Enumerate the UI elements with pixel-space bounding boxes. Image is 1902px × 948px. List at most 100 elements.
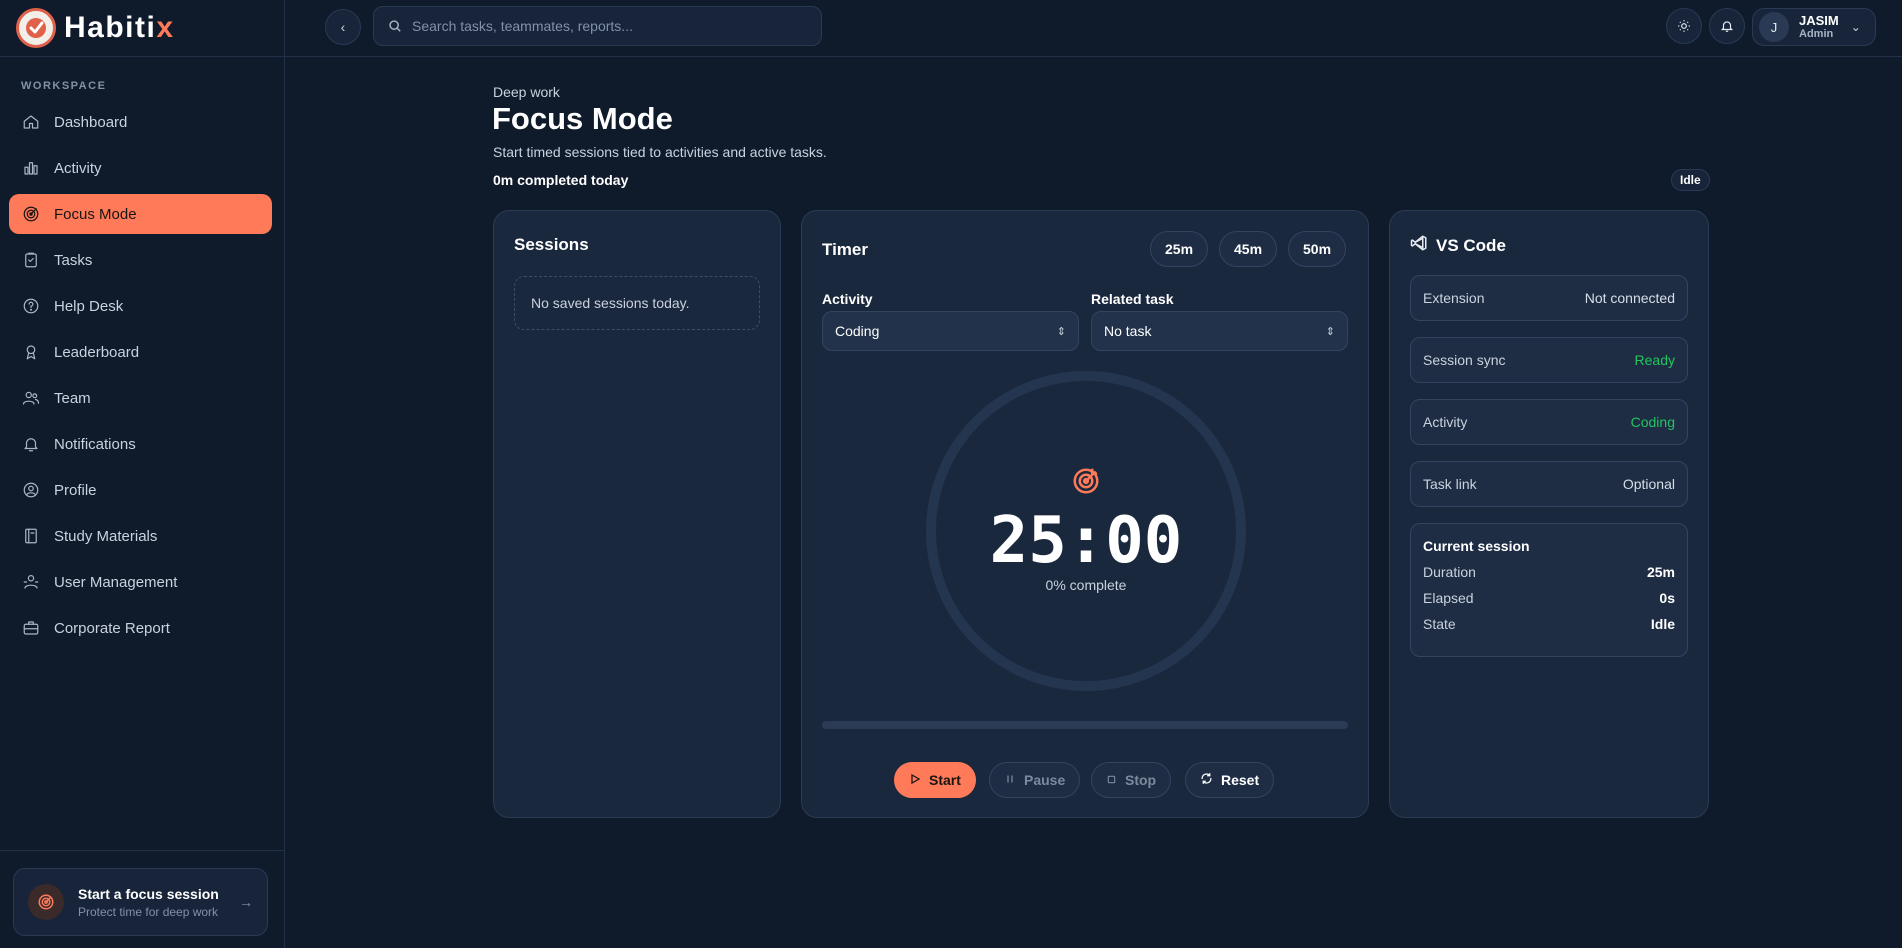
award-icon: [26, 345, 36, 360]
sidebar-item-profile[interactable]: Profile: [9, 470, 272, 510]
bar-chart-icon: [24, 162, 38, 175]
briefcase-icon: [23, 621, 39, 635]
sidebar-item-focus-mode[interactable]: Focus Mode: [9, 194, 272, 234]
pause-button[interactable]: Pause: [989, 762, 1081, 798]
duration-value: 25m: [1646, 564, 1675, 580]
duration-label: Duration: [1423, 564, 1476, 580]
chevron-updown-icon: ⇕: [1325, 325, 1335, 338]
clipboard-icon: [25, 252, 37, 268]
page-subtitle: Start timed sessions tied to activities …: [493, 144, 827, 160]
timer-progress-bar: [822, 721, 1348, 729]
preset-25m-button[interactable]: 25m: [1150, 231, 1209, 267]
page-eyebrow: Deep work: [493, 84, 560, 100]
sidebar-item-study-materials[interactable]: Study Materials: [9, 516, 272, 556]
bell-icon: [24, 438, 38, 452]
elapsed-label: Elapsed: [1423, 590, 1474, 606]
arrow-right-icon: →: [239, 894, 253, 910]
avatar: J: [1759, 12, 1789, 42]
stat-key: Activity: [1423, 414, 1468, 430]
sun-icon: [1678, 20, 1690, 32]
chevron-updown-icon: ⇕: [1056, 325, 1066, 338]
promo-title: Start a focus session: [78, 885, 219, 902]
stop-label: Stop: [1125, 772, 1157, 788]
stat-key: Session sync: [1423, 352, 1506, 368]
chevron-down-icon: ⌄: [1850, 20, 1861, 34]
sidebar-item-dashboard[interactable]: Dashboard: [9, 102, 272, 142]
elapsed-value: 0s: [1659, 590, 1675, 606]
sidebar-item-label: Study Materials: [54, 527, 158, 545]
sessions-title: Sessions: [514, 235, 589, 254]
search-bar[interactable]: [373, 6, 822, 46]
user-menu[interactable]: J JASIM Admin ⌄: [1752, 8, 1876, 46]
start-label: Start: [929, 772, 961, 788]
brand[interactable]: Habitix: [0, 0, 284, 57]
theme-toggle-button[interactable]: [1666, 8, 1702, 44]
target-icon: [1071, 466, 1101, 501]
sidebar-item-label: Help Desk: [54, 297, 124, 315]
brand-name: Habitix: [64, 11, 175, 44]
home-icon: [23, 115, 39, 129]
sidebar-item-label: Tasks: [54, 251, 93, 269]
preset-50m-button[interactable]: 50m: [1288, 231, 1347, 267]
users-icon: [22, 391, 40, 405]
stat-value: Ready: [1634, 352, 1675, 368]
pause-icon: [1004, 772, 1016, 788]
sessions-empty-state: No saved sessions today.: [514, 276, 760, 330]
target-icon: [23, 206, 39, 222]
sidebar-item-label: Notifications: [54, 435, 136, 453]
sidebar-item-team[interactable]: Team: [9, 378, 272, 418]
timer-title: Timer: [822, 240, 868, 259]
book-icon: [25, 528, 37, 544]
sidebar-item-label: Corporate Report: [54, 619, 170, 637]
state-value: Idle: [1650, 616, 1675, 632]
refresh-icon: [1200, 772, 1213, 788]
sidebar-item-user-management[interactable]: User Management: [9, 562, 272, 602]
stop-button[interactable]: Stop: [1091, 762, 1172, 798]
target-icon: [28, 884, 64, 920]
activity-select-value: Coding: [835, 323, 880, 339]
reset-label: Reset: [1221, 772, 1260, 788]
current-session-panel: Current session Duration 25m Elapsed 0s …: [1410, 523, 1688, 657]
sidebar-nav: Dashboard Activity Focus Mode Tasks Help…: [9, 102, 272, 654]
preset-45m-button[interactable]: 45m: [1219, 231, 1278, 267]
activity-select[interactable]: Coding ⇕: [822, 311, 1079, 351]
sidebar-item-label: Profile: [54, 481, 97, 499]
sidebar-item-notifications[interactable]: Notifications: [9, 424, 272, 464]
current-session-title: Current session: [1423, 538, 1530, 554]
reset-button[interactable]: Reset: [1185, 762, 1275, 798]
related-task-label: Related task: [1091, 291, 1174, 307]
user-circle-icon: [23, 482, 39, 498]
search-input[interactable]: [412, 18, 792, 34]
extension-row: Extension Not connected: [1410, 275, 1688, 321]
related-task-select[interactable]: No task ⇕: [1091, 311, 1348, 351]
start-focus-session-card[interactable]: Start a focus session Protect time for d…: [13, 868, 268, 936]
vscode-title: VS Code: [1436, 235, 1506, 255]
vscode-icon: [1410, 234, 1428, 257]
search-icon: [389, 20, 401, 32]
activity-label: Activity: [822, 291, 873, 307]
sidebar-item-activity[interactable]: Activity: [9, 148, 272, 188]
sidebar-item-label: Team: [54, 389, 91, 407]
vscode-card: VS Code Extension Not connected Session …: [1389, 210, 1709, 818]
related-task-select-value: No task: [1104, 323, 1152, 339]
session-sync-row: Session sync Ready: [1410, 337, 1688, 383]
task-link-row: Task link Optional: [1410, 461, 1688, 507]
stop-icon: [1106, 772, 1117, 788]
collapse-sidebar-button[interactable]: ‹: [325, 9, 361, 45]
brand-logo-icon: [16, 8, 56, 48]
sidebar-item-leaderboard[interactable]: Leaderboard: [9, 332, 272, 372]
state-label: State: [1423, 616, 1456, 632]
notifications-button[interactable]: [1709, 8, 1745, 44]
sidebar-item-label: Dashboard: [54, 113, 128, 131]
page-title: Focus Mode: [492, 101, 673, 136]
sidebar-item-corporate-report[interactable]: Corporate Report: [9, 608, 272, 648]
activity-row: Activity Coding: [1410, 399, 1688, 445]
timer-readout: 25:00: [989, 504, 1183, 578]
sidebar-item-tasks[interactable]: Tasks: [9, 240, 272, 280]
chevron-left-icon: ‹: [340, 19, 346, 35]
stat-key: Task link: [1423, 476, 1477, 492]
user-cog-icon: [23, 575, 39, 589]
sidebar-item-help-desk[interactable]: Help Desk: [9, 286, 272, 326]
start-button[interactable]: Start: [894, 762, 976, 798]
promo-section: Start a focus session Protect time for d…: [0, 850, 285, 948]
